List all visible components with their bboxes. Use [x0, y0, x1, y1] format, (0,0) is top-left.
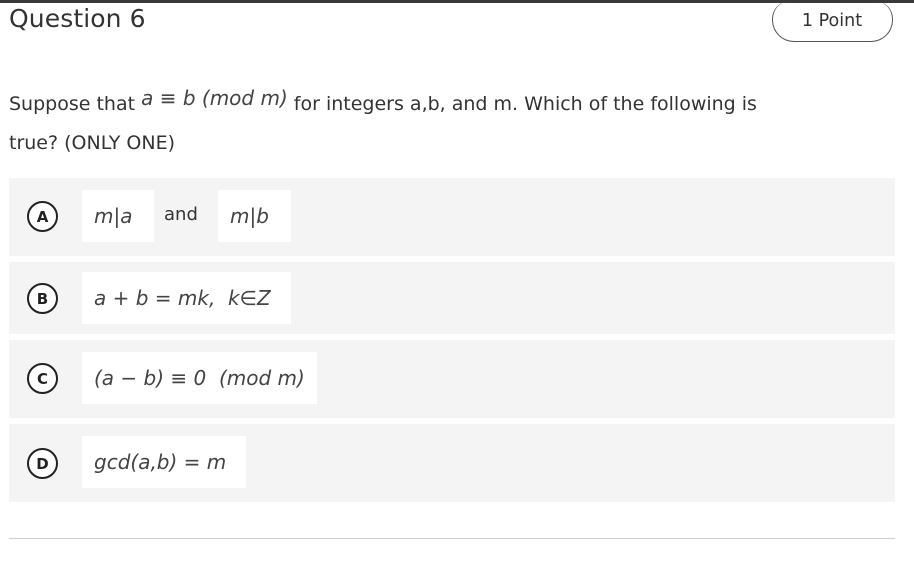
choice-c-math: (a − b) ≡ 0 (mod m)	[82, 352, 317, 404]
choice-a-connector: and	[164, 204, 198, 225]
choice-b-radio[interactable]: B	[27, 283, 58, 314]
bottom-divider	[9, 538, 895, 539]
choice-d-math: gcd(a,b) = m	[82, 436, 246, 488]
points-badge: 1 Point	[801, 11, 863, 31]
choice-d[interactable]: D gcd(a,b) = m	[9, 424, 895, 502]
choice-a-math-2: m|b	[218, 190, 291, 242]
choice-a-radio[interactable]: A	[27, 201, 58, 232]
choice-a-math-1: m|a	[82, 190, 154, 242]
choice-b-math: a + b = mk, k∈Z	[82, 272, 291, 324]
choice-d-radio[interactable]: D	[27, 448, 58, 479]
question-suffix: for integers a,b, and m. Which of the fo…	[293, 93, 757, 115]
choice-b[interactable]: B a + b = mk, k∈Z	[9, 262, 895, 334]
choice-a[interactable]: A m|a and m|b	[9, 178, 895, 256]
choice-c[interactable]: C (a − b) ≡ 0 (mod m)	[9, 340, 895, 418]
question-text: Suppose that a ≡ b (mod m) for integers …	[9, 84, 889, 163]
question-title: Question 6	[9, 4, 146, 33]
question-math-expr: a ≡ b (mod m)	[141, 86, 288, 110]
choice-c-radio[interactable]: C	[27, 363, 58, 394]
question-math: a ≡ b (mod m)	[141, 86, 288, 110]
question-line2: true? (ONLY ONE)	[9, 132, 175, 154]
question-prefix: Suppose that	[9, 93, 136, 115]
